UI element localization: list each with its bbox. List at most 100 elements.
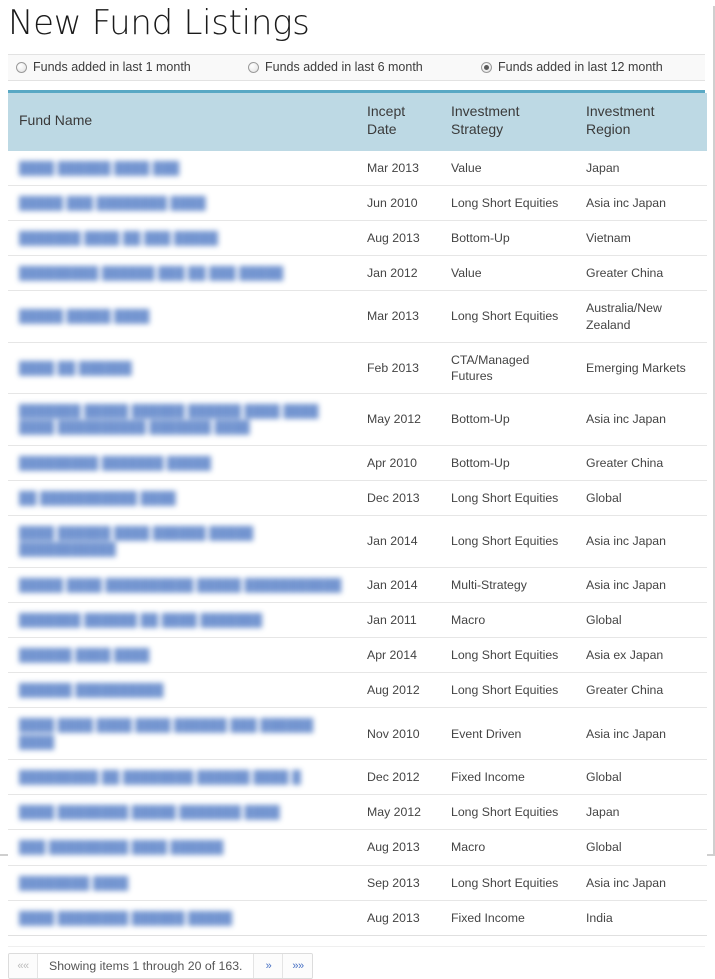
filter-option-12-month[interactable]: Funds added in last 12 month [473, 60, 705, 74]
cell-investment-region: Global [578, 602, 707, 639]
cell-investment-strategy: Bottom-Up [443, 220, 578, 257]
cell-incept-date: Aug 2013 [359, 829, 443, 866]
cell-fund-name: █████ ████ ██████████ █████ ███████████ [8, 567, 359, 603]
table-row: ████ ████████ ██████ █████ Aug 2013 Fixed … [8, 900, 707, 936]
radio-icon-12-month[interactable] [481, 61, 492, 73]
column-header-fund-name[interactable]: Fund Name [8, 92, 359, 151]
fund-name-link[interactable]: ████ ████████ ██████ █████ [19, 911, 232, 925]
cell-investment-strategy: Long Short Equities [443, 865, 578, 901]
fund-name-link[interactable]: ██████ ██████████ [19, 683, 164, 697]
fund-name-link[interactable]: ███████ ████ ██ ███ █████ [19, 231, 218, 245]
cell-investment-region: Asia inc Japan [578, 865, 707, 901]
fund-name-link[interactable]: █████████ ███████ █████ [19, 456, 211, 470]
cell-investment-region: Greater China [578, 445, 707, 481]
cell-incept-date: Aug 2013 [359, 220, 443, 257]
cell-incept-date: Jan 2011 [359, 602, 443, 639]
cell-investment-region: Asia ex Japan [578, 637, 707, 674]
fund-name-link[interactable]: ███████ ██████ ██ ████ ███████ [19, 613, 262, 627]
fund-listings-page: New Fund Listings Funds added in last 1 … [0, 5, 715, 979]
cell-investment-strategy: Value [443, 150, 578, 186]
cell-investment-region: Greater China [578, 672, 707, 709]
cell-fund-name: ███████ ██████ ██ ████ ███████ [8, 602, 359, 639]
cell-fund-name: ████ ██████ ████ ███ [8, 150, 359, 186]
cell-investment-strategy: Long Short Equities [443, 794, 578, 831]
cell-incept-date: Jan 2014 [359, 515, 443, 568]
fund-name-link[interactable]: █████████ ██████ ███ ██ ███ █████ [19, 266, 283, 280]
cell-incept-date: Dec 2012 [359, 759, 443, 796]
cell-investment-strategy: CTA/Managed Futures [443, 342, 578, 395]
fund-name-link[interactable]: █████ █████ ████ [19, 309, 149, 323]
pagination-status: Showing items 1 through 20 of 163. [38, 953, 255, 978]
cell-fund-name: ████ ████████ ██████ █████ [8, 900, 359, 936]
fund-name-link[interactable]: █████ ████ ██████████ █████ ███████████ [19, 578, 342, 592]
cell-incept-date: May 2012 [359, 794, 443, 831]
column-header-investment-strategy[interactable]: Investment Strategy [443, 92, 578, 151]
cell-investment-strategy: Multi-Strategy [443, 567, 578, 603]
table-row: █████████ ██████ ███ ██ ███ █████ Jan 201… [8, 255, 707, 292]
cell-incept-date: Jan 2014 [359, 567, 443, 603]
fund-name-link[interactable]: █████████ ██ ████████ ██████ ████ █ [19, 770, 301, 784]
pagination-last-button[interactable]: »» [283, 953, 313, 978]
cell-fund-name: ████ ██ ██████ [8, 342, 359, 395]
fund-name-link[interactable]: ██ ███████████ ████ [19, 491, 176, 505]
cell-fund-name: █████████ ██ ████████ ██████ ████ █ [8, 759, 359, 796]
pagination-next-button[interactable]: » [254, 953, 284, 978]
fund-table: Fund Name Incept Date Investment Strateg… [8, 92, 707, 936]
cell-investment-region: Greater China [578, 255, 707, 292]
filter-option-1-month[interactable]: Funds added in last 1 month [8, 60, 240, 74]
cell-investment-region: Asia inc Japan [578, 707, 707, 760]
cell-incept-date: Feb 2013 [359, 342, 443, 395]
cell-investment-region: Vietnam [578, 220, 707, 257]
radio-icon-1-month[interactable] [16, 61, 27, 73]
fund-name-link[interactable]: █████ ███ ████████ ████ [19, 196, 206, 210]
table-header-row: Fund Name Incept Date Investment Strateg… [8, 92, 707, 151]
fund-name-link[interactable]: ████ ██ ██████ [19, 361, 132, 375]
filter-option-6-month-label: Funds added in last 6 month [265, 60, 423, 75]
radio-icon-6-month[interactable] [248, 61, 259, 73]
cell-fund-name: ████████ ████ [8, 865, 359, 901]
pagination-first-button[interactable]: «« [9, 953, 38, 978]
cell-fund-name: █████ █████ ████ [8, 290, 359, 343]
table-row: ██████ ████ ████ Apr 2014 Long Short Equit… [8, 637, 707, 674]
cell-fund-name: ███████ ████ ██ ███ █████ [8, 220, 359, 257]
table-row: █████ █████ ████ Mar 2013 Long Short Equit… [8, 290, 707, 343]
fund-name-link[interactable]: ████ ██████ ████ ███ [19, 161, 179, 175]
fund-name-link[interactable]: ████ ████████ █████ ███████ ████ [19, 805, 280, 819]
cell-incept-date: Jun 2010 [359, 185, 443, 221]
cell-investment-region: Asia inc Japan [578, 185, 707, 221]
table-row: ██ ███████████ ████ Dec 2013 Long Short Eq… [8, 480, 707, 517]
pagination-area: «« Showing items 1 through 20 of 163. » … [8, 945, 705, 979]
table-row: █████ ████ ██████████ █████ ███████████ J… [8, 567, 707, 603]
cell-fund-name: ██████ ████ ████ [8, 637, 359, 674]
cell-investment-region: India [578, 900, 707, 936]
cell-fund-name: ████ ████ ████ ████ ██████ ███ ██████ ██… [8, 707, 359, 760]
pagination: «« Showing items 1 through 20 of 163. » … [8, 952, 314, 979]
column-header-incept-date[interactable]: Incept Date [359, 92, 443, 151]
fund-name-link[interactable]: ███ █████████ ████ ██████ [19, 840, 223, 854]
fund-name-link[interactable]: ███████ █████ ██████ ██████ ████ ████ ██… [19, 404, 319, 434]
cell-fund-name: █████ ███ ████████ ████ [8, 185, 359, 221]
cell-investment-strategy: Bottom-Up [443, 445, 578, 481]
cell-incept-date: Mar 2013 [359, 290, 443, 343]
cell-investment-region: Global [578, 829, 707, 866]
fund-name-link[interactable]: ██████ ████ ████ [19, 648, 149, 662]
column-header-investment-region[interactable]: Investment Region [578, 92, 707, 151]
cell-investment-strategy: Long Short Equities [443, 480, 578, 517]
filter-option-6-month[interactable]: Funds added in last 6 month [240, 60, 473, 74]
cell-investment-strategy: Long Short Equities [443, 290, 578, 343]
table-row: ███████ █████ ██████ ██████ ████ ████ ██… [8, 393, 707, 446]
table-row: ████ ██████ ████ ██████ █████ ██████████… [8, 515, 707, 568]
table-row: ███ █████████ ████ ██████ Aug 2013 Macro Gl… [8, 829, 707, 866]
fund-name-link[interactable]: ████ ██████ ████ ██████ █████ ██████████… [19, 526, 253, 556]
cell-investment-region: Asia inc Japan [578, 515, 707, 568]
cell-incept-date: Mar 2013 [359, 150, 443, 186]
cell-investment-strategy: Fixed Income [443, 900, 578, 936]
fund-name-link[interactable]: ████████ ████ [19, 876, 128, 890]
cell-investment-region: Australia/New Zealand [578, 290, 707, 343]
cell-incept-date: Sep 2013 [359, 865, 443, 901]
table-row: ████ ██████ ████ ███ Mar 2013 Value Japan [8, 150, 707, 186]
table-row: ████████ ████ Sep 2013 Long Short Equities… [8, 865, 707, 901]
table-row: █████ ███ ████████ ████ Jun 2010 Long Shor… [8, 185, 707, 221]
cell-fund-name: ███████ █████ ██████ ██████ ████ ████ ██… [8, 393, 359, 446]
fund-name-link[interactable]: ████ ████ ████ ████ ██████ ███ ██████ ██… [19, 718, 313, 748]
